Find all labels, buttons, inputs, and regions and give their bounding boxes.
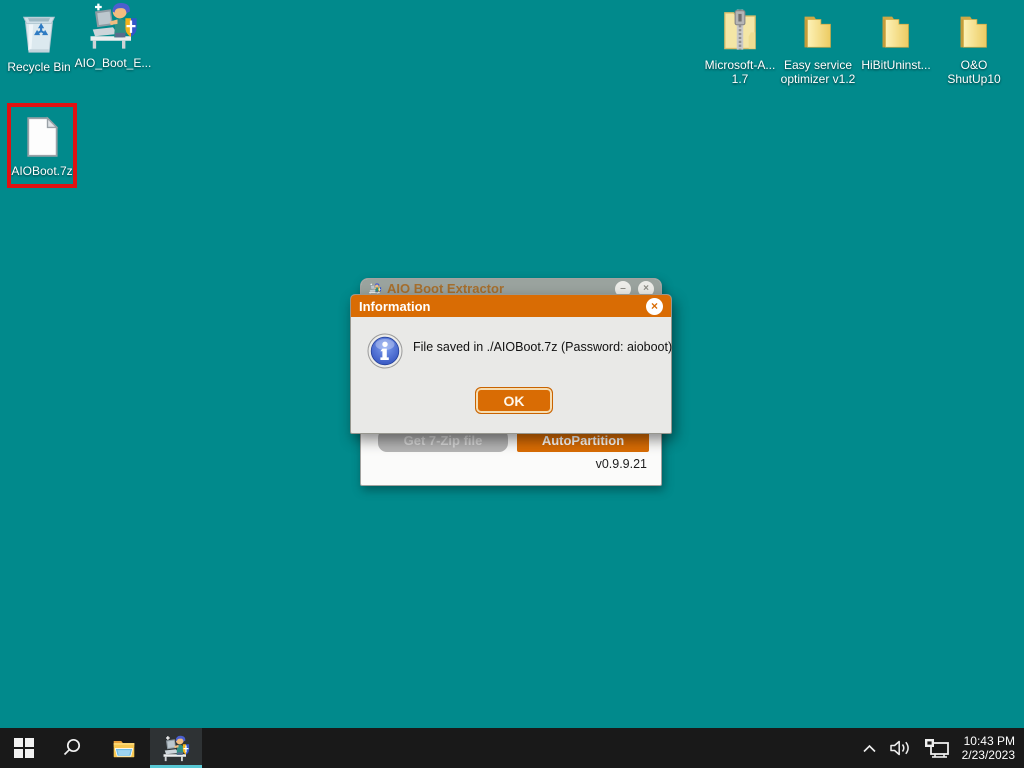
desktop-icon-label: Easy service optimizer v1.2	[781, 58, 856, 86]
aio-boot-mascot-icon	[161, 733, 191, 763]
desktop-icon-oo-shutup10[interactable]: O&O ShutUp10	[936, 4, 1012, 86]
taskbar-clock[interactable]: 10:43 PM 2/23/2023	[956, 734, 1024, 762]
file-explorer-button[interactable]	[100, 728, 148, 768]
info-icon	[367, 333, 403, 374]
desktop-icon-easy-service-optimizer[interactable]: Easy service optimizer v1.2	[780, 4, 856, 86]
volume-icon[interactable]	[883, 739, 918, 757]
system-tray: 10:43 PM 2/23/2023	[856, 728, 1024, 768]
desktop-icon-label: AIO_Boot_E...	[75, 56, 152, 70]
aio-boot-mascot-icon	[86, 2, 140, 52]
desktop-icon-label: Microsoft-A... 1.7	[705, 58, 776, 86]
search-button[interactable]	[48, 728, 96, 768]
desktop-icon-recycle-bin[interactable]: Recycle Bin	[1, 6, 77, 74]
folder-icon	[795, 4, 841, 54]
desktop[interactable]: Recycle Bin AIO_Boot_E... AIOBoot.7z Mic…	[0, 0, 1024, 768]
desktop-icon-microsoft-activation[interactable]: Microsoft-A... 1.7	[702, 4, 778, 86]
network-icon[interactable]	[918, 738, 956, 758]
clock-time: 10:43 PM	[964, 734, 1015, 748]
start-button[interactable]	[0, 728, 48, 768]
folder-icon	[873, 4, 919, 54]
file-explorer-icon	[111, 735, 137, 761]
windows-logo-icon	[14, 738, 34, 758]
recycle-bin-icon	[16, 6, 62, 56]
zip-folder-icon	[714, 4, 766, 54]
desktop-icon-label: Recycle Bin	[7, 60, 70, 74]
desktop-icon-hibit-uninstaller[interactable]: HiBitUninst...	[858, 4, 934, 72]
desktop-icon-aio-boot-exe[interactable]: AIO_Boot_E...	[75, 2, 151, 70]
taskbar-app-aio-boot[interactable]	[150, 728, 202, 768]
tray-chevron-up-icon[interactable]	[856, 743, 883, 754]
dialog-title: Information	[359, 299, 431, 314]
search-icon	[62, 738, 82, 758]
highlight-rectangle	[7, 103, 77, 188]
desktop-icon-label: O&O ShutUp10	[947, 58, 1000, 86]
ok-button[interactable]: OK	[475, 387, 553, 414]
taskbar: 10:43 PM 2/23/2023	[0, 728, 1024, 768]
folder-icon	[951, 4, 997, 54]
dialog-message: File saved in ./AIOBoot.7z (Password: ai…	[413, 340, 672, 354]
dialog-titlebar: Information ×	[351, 295, 671, 317]
version-text: v0.9.9.21	[596, 457, 647, 471]
information-dialog: Information × File saved in ./AIOBoot.7z…	[350, 294, 672, 434]
close-icon[interactable]: ×	[646, 298, 663, 315]
desktop-icon-label: HiBitUninst...	[861, 58, 930, 72]
clock-date: 2/23/2023	[962, 748, 1015, 762]
